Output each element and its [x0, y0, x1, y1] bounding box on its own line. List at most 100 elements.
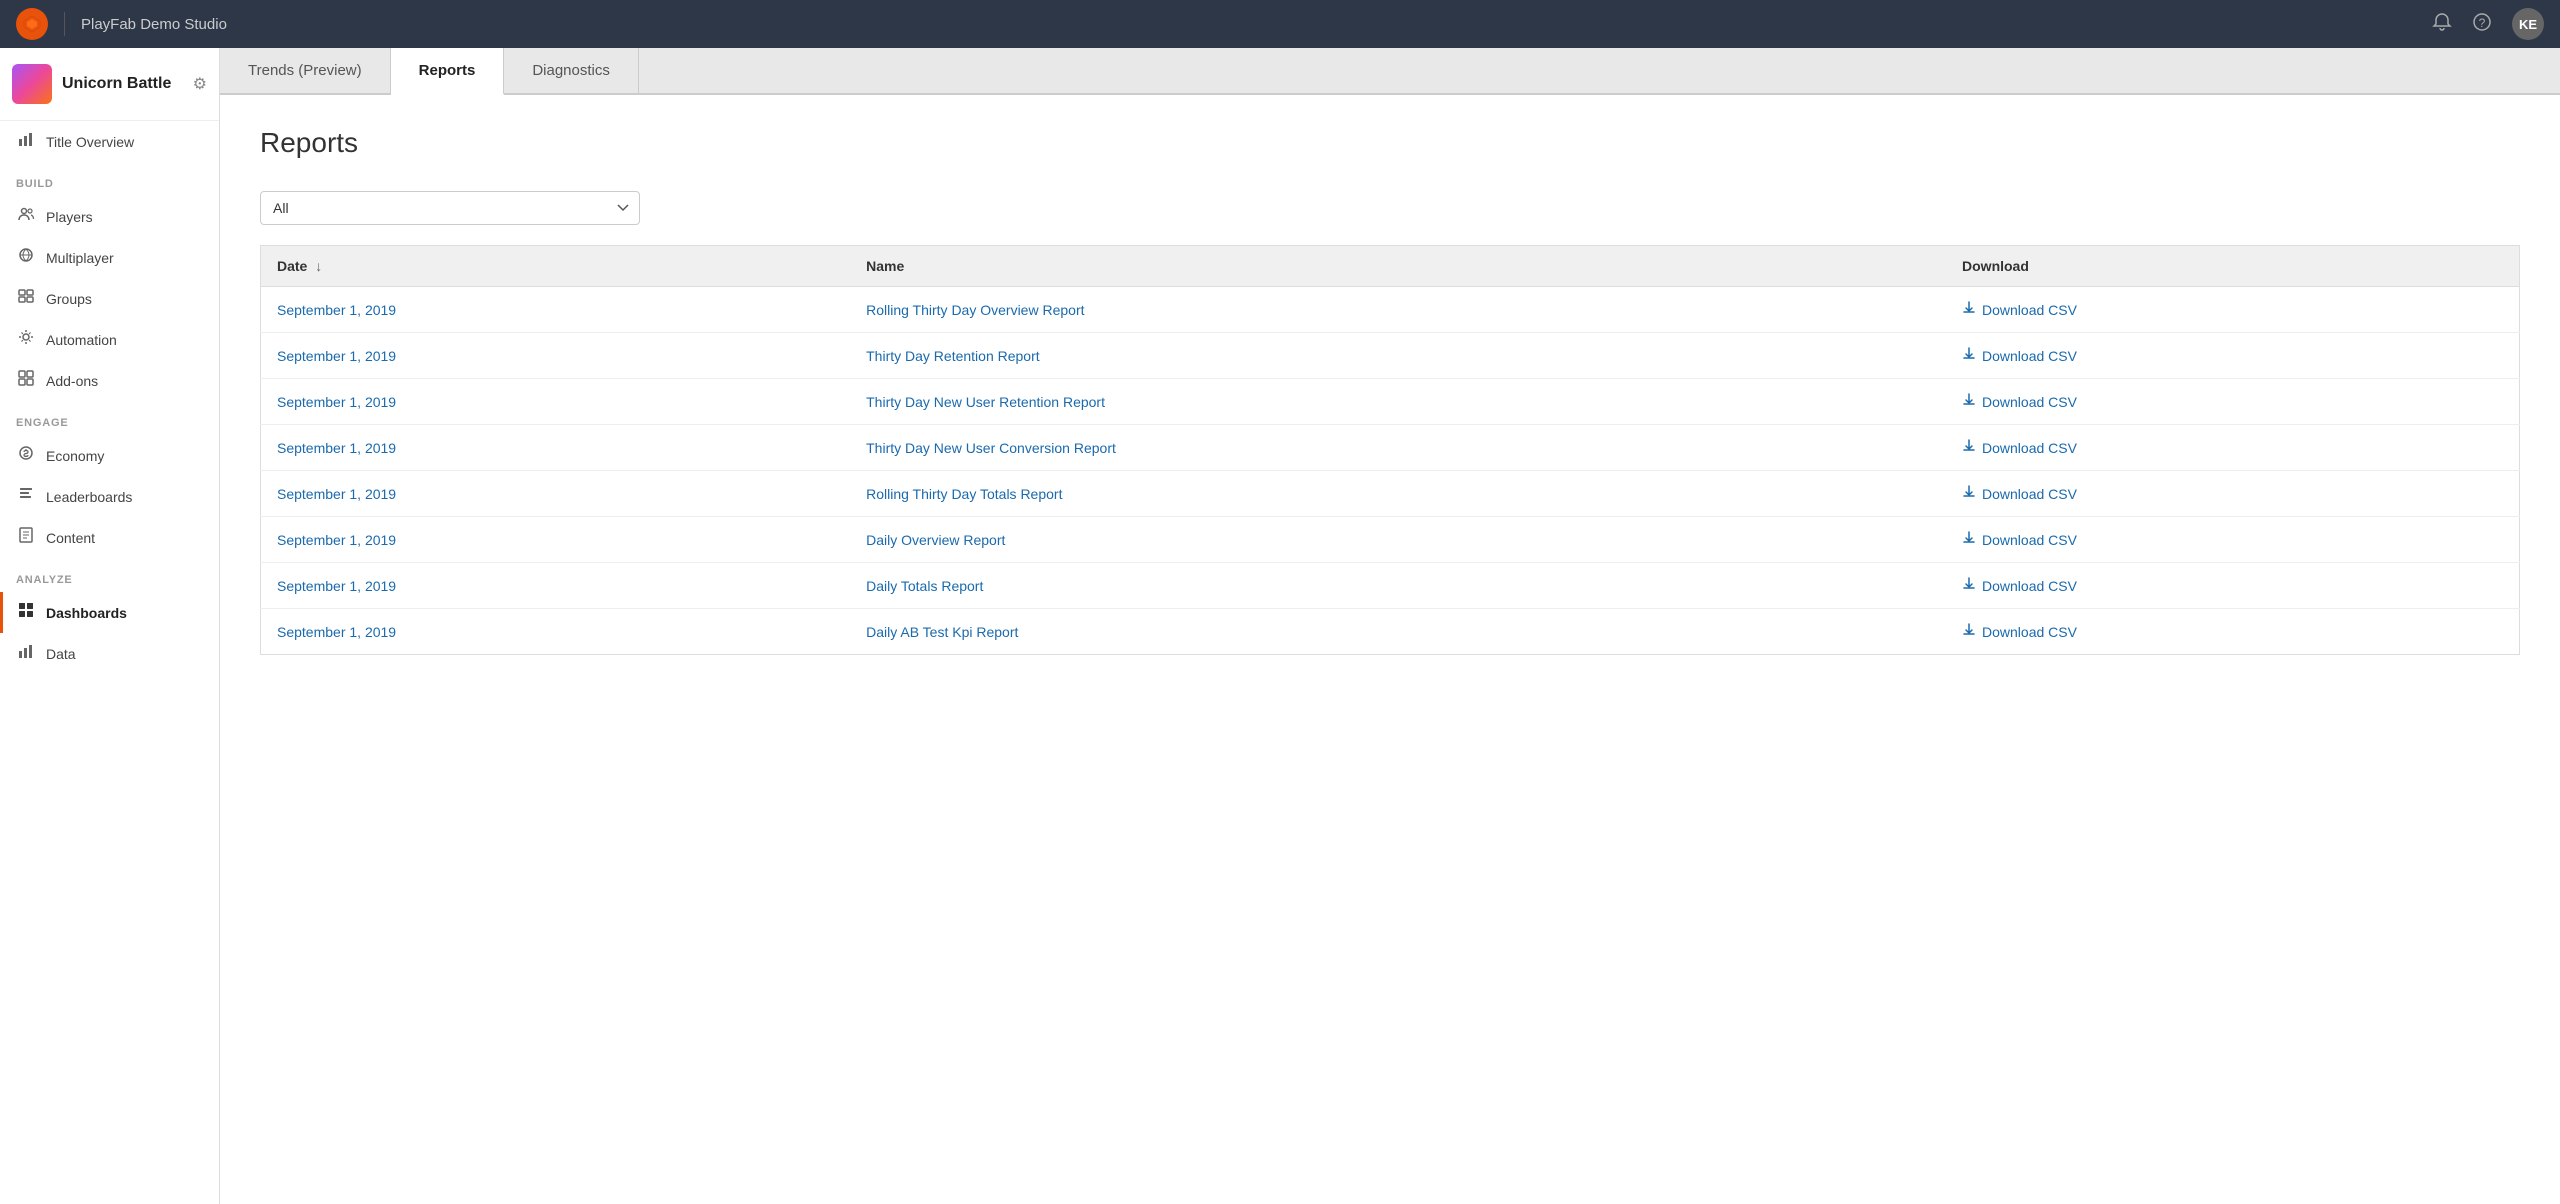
report-name-link[interactable]: Thirty Day New User Conversion Report: [866, 440, 1116, 456]
reports-table: Date ↓ Name Download September 1, 2019 Ro…: [260, 245, 2520, 655]
report-date-link[interactable]: September 1, 2019: [277, 532, 396, 548]
groups-icon: [16, 288, 36, 309]
sidebar-item-content[interactable]: Content: [0, 517, 219, 558]
economy-icon: [16, 445, 36, 466]
content-label: Content: [46, 530, 95, 546]
sidebar-item-addons[interactable]: Add-ons: [0, 360, 219, 401]
download-csv-link[interactable]: Download CSV: [1962, 531, 2503, 548]
main-layout: Unicorn Battle ⚙ Title Overview BUILD: [0, 48, 2560, 1204]
sidebar-item-data[interactable]: Data: [0, 633, 219, 674]
table-header: Date ↓ Name Download: [261, 246, 2520, 287]
sidebar-item-dashboards[interactable]: Dashboards: [0, 592, 219, 633]
economy-label: Economy: [46, 448, 104, 464]
table-row: September 1, 2019 Thirty Day New User Ret…: [261, 379, 2520, 425]
download-column-header: Download: [1946, 246, 2519, 287]
data-icon: [16, 643, 36, 664]
players-icon: [16, 206, 36, 227]
settings-gear-icon[interactable]: ⚙: [193, 74, 207, 94]
sidebar-item-economy[interactable]: Economy: [0, 435, 219, 476]
download-csv-label: Download CSV: [1982, 486, 2077, 502]
download-csv-link[interactable]: Download CSV: [1962, 577, 2503, 594]
data-label: Data: [46, 646, 76, 662]
table-row: September 1, 2019 Daily Overview Report Do…: [261, 517, 2520, 563]
tab-reports[interactable]: Reports: [391, 48, 505, 95]
download-icon: [1962, 623, 1976, 640]
build-section-label: BUILD: [0, 162, 219, 196]
report-name-link[interactable]: Thirty Day Retention Report: [866, 348, 1040, 364]
players-label: Players: [46, 209, 93, 225]
title-overview-icon: [16, 131, 36, 152]
report-date-link[interactable]: September 1, 2019: [277, 486, 396, 502]
sidebar-game-header: Unicorn Battle ⚙: [0, 48, 219, 121]
report-name-link[interactable]: Daily Totals Report: [866, 578, 983, 594]
download-icon: [1962, 485, 1976, 502]
top-nav-icons: ? KE: [2432, 8, 2544, 40]
top-nav: PlayFab Demo Studio ? KE: [0, 0, 2560, 48]
groups-label: Groups: [46, 291, 92, 307]
report-date-link[interactable]: September 1, 2019: [277, 348, 396, 364]
sidebar: Unicorn Battle ⚙ Title Overview BUILD: [0, 48, 220, 1204]
download-icon: [1962, 347, 1976, 364]
content-icon: [16, 527, 36, 548]
download-csv-link[interactable]: Download CSV: [1962, 485, 2503, 502]
addons-icon: [16, 370, 36, 391]
download-icon: [1962, 577, 1976, 594]
tab-bar: Trends (Preview) Reports Diagnostics: [220, 48, 2560, 95]
playfab-logo: [16, 8, 48, 40]
download-csv-link[interactable]: Download CSV: [1962, 439, 2503, 456]
game-name: Unicorn Battle: [62, 75, 183, 93]
multiplayer-label: Multiplayer: [46, 250, 114, 266]
download-icon: [1962, 301, 1976, 318]
sidebar-item-multiplayer[interactable]: Multiplayer: [0, 237, 219, 278]
report-name-link[interactable]: Daily Overview Report: [866, 532, 1005, 548]
main-content: Trends (Preview) Reports Diagnostics Rep…: [220, 48, 2560, 1204]
leaderboards-label: Leaderboards: [46, 489, 132, 505]
engage-section-label: ENGAGE: [0, 401, 219, 435]
automation-icon: [16, 329, 36, 350]
automation-label: Automation: [46, 332, 117, 348]
filter-section: All Daily Weekly Monthly: [260, 191, 2520, 225]
leaderboards-icon: [16, 486, 36, 507]
download-csv-label: Download CSV: [1982, 348, 2077, 364]
sidebar-item-automation[interactable]: Automation: [0, 319, 219, 360]
report-date-link[interactable]: September 1, 2019: [277, 624, 396, 640]
download-csv-label: Download CSV: [1982, 532, 2077, 548]
help-icon[interactable]: ?: [2472, 12, 2492, 37]
sidebar-item-leaderboards[interactable]: Leaderboards: [0, 476, 219, 517]
download-csv-link[interactable]: Download CSV: [1962, 623, 2503, 640]
report-name-link[interactable]: Rolling Thirty Day Totals Report: [866, 486, 1062, 502]
table-row: September 1, 2019 Thirty Day New User Con…: [261, 425, 2520, 471]
game-icon: [12, 64, 52, 104]
tab-diagnostics[interactable]: Diagnostics: [504, 48, 639, 93]
download-csv-link[interactable]: Download CSV: [1962, 393, 2503, 410]
sidebar-item-groups[interactable]: Groups: [0, 278, 219, 319]
table-row: September 1, 2019 Rolling Thirty Day Tota…: [261, 471, 2520, 517]
report-date-link[interactable]: September 1, 2019: [277, 440, 396, 456]
user-avatar[interactable]: KE: [2512, 8, 2544, 40]
addons-label: Add-ons: [46, 373, 98, 389]
report-date-link[interactable]: September 1, 2019: [277, 302, 396, 318]
download-csv-label: Download CSV: [1982, 302, 2077, 318]
download-csv-link[interactable]: Download CSV: [1962, 347, 2503, 364]
report-name-link[interactable]: Thirty Day New User Retention Report: [866, 394, 1105, 410]
date-sort-arrow: ↓: [315, 258, 322, 274]
report-date-link[interactable]: September 1, 2019: [277, 394, 396, 410]
sidebar-item-title-overview[interactable]: Title Overview: [0, 121, 219, 162]
table-row: September 1, 2019 Daily Totals Report Down…: [261, 563, 2520, 609]
name-column-header: Name: [850, 246, 1946, 287]
download-icon: [1962, 439, 1976, 456]
report-name-link[interactable]: Rolling Thirty Day Overview Report: [866, 302, 1084, 318]
report-name-link[interactable]: Daily AB Test Kpi Report: [866, 624, 1018, 640]
bell-icon[interactable]: [2432, 12, 2452, 37]
page-title: Reports: [260, 127, 2520, 159]
report-date-link[interactable]: September 1, 2019: [277, 578, 396, 594]
download-csv-link[interactable]: Download CSV: [1962, 301, 2503, 318]
download-icon: [1962, 393, 1976, 410]
dashboards-icon: [16, 602, 36, 623]
date-column-header[interactable]: Date ↓: [261, 246, 851, 287]
sidebar-item-players[interactable]: Players: [0, 196, 219, 237]
multiplayer-icon: [16, 247, 36, 268]
tab-trends[interactable]: Trends (Preview): [220, 48, 391, 93]
filter-dropdown[interactable]: All Daily Weekly Monthly: [260, 191, 640, 225]
svg-text:?: ?: [2479, 16, 2486, 30]
